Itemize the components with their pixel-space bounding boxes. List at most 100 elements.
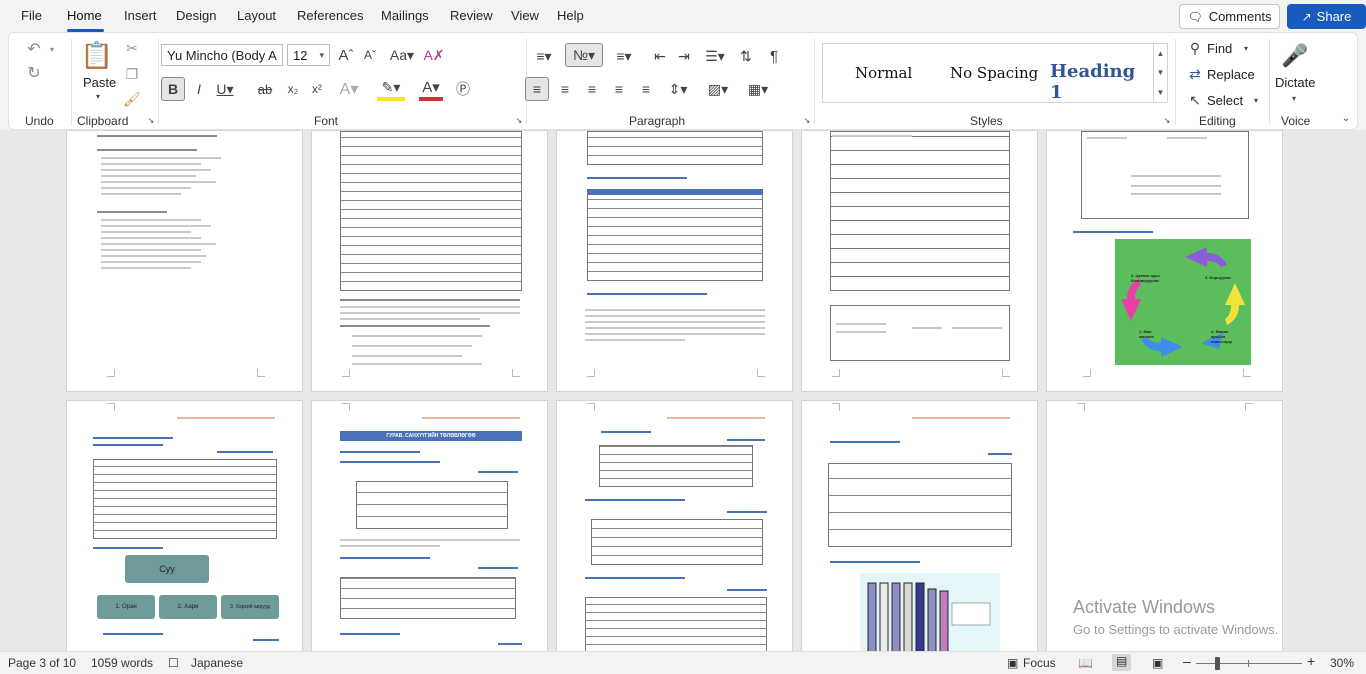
grow-font-icon[interactable]: Aˆ <box>337 45 355 65</box>
increase-indent-icon[interactable]: ⇥ <box>673 45 695 67</box>
web-layout-icon[interactable]: ▣ <box>1152 656 1163 670</box>
replace-button[interactable]: Replace <box>1207 67 1255 82</box>
format-painter-icon[interactable]: 🖌 <box>123 90 141 108</box>
select-button[interactable]: Select <box>1207 93 1243 108</box>
page-thumbnail[interactable] <box>311 130 548 392</box>
styles-gallery[interactable]: Normal No Spacing Heading 1 <box>822 43 1154 103</box>
font-name-dropdown[interactable]: Yu Mincho (Body As <box>161 44 283 66</box>
multilevel-list-icon[interactable]: ≡▾ <box>609 45 639 67</box>
style-no-spacing[interactable]: No Spacing <box>950 64 1038 82</box>
dictate-button[interactable]: Dictate <box>1275 75 1315 90</box>
clipboard-launcher-icon[interactable]: ↘ <box>146 115 156 125</box>
tab-mailings[interactable]: Mailings <box>381 8 429 23</box>
microphone-icon[interactable]: 🎤 <box>1281 39 1308 73</box>
align-center-icon[interactable]: ≡ <box>554 77 576 101</box>
zoom-slider-track[interactable] <box>1196 663 1302 664</box>
read-mode-icon[interactable]: 📖 <box>1078 656 1093 670</box>
numbering-icon[interactable]: №▾ <box>565 43 603 67</box>
font-launcher-icon[interactable]: ↘ <box>514 115 524 125</box>
tab-insert[interactable]: Insert <box>124 8 157 23</box>
align-left-icon[interactable]: ≡ <box>525 77 549 101</box>
strikethrough-icon[interactable]: ab <box>255 77 275 101</box>
collapse-ribbon-icon[interactable]: ⌄ <box>1339 111 1353 125</box>
tab-home[interactable]: Home <box>67 8 102 23</box>
paste-button[interactable]: Paste <box>83 75 116 90</box>
zoom-slider-thumb[interactable] <box>1215 657 1220 670</box>
find-button[interactable]: Find <box>1207 41 1232 56</box>
character-border-icon[interactable]: Ⓟ <box>453 77 473 101</box>
asian-layout-icon[interactable]: ☰▾ <box>703 45 727 67</box>
underline-icon[interactable]: U▾ <box>213 77 237 101</box>
paragraph-launcher-icon[interactable]: ↘ <box>802 115 812 125</box>
language-indicator[interactable]: Japanese <box>191 656 243 670</box>
proofing-icon[interactable]: ☐ <box>168 656 179 670</box>
copy-icon[interactable]: ❐ <box>123 65 141 83</box>
tab-file[interactable]: File <box>21 8 42 23</box>
comments-button[interactable]: 🗨 Comments <box>1179 4 1280 29</box>
zoom-out-icon[interactable]: – <box>1183 653 1191 669</box>
clipboard-group-label: Clipboard <box>77 114 129 128</box>
find-dropdown-icon[interactable]: ▾ <box>1241 41 1251 55</box>
style-heading-1[interactable]: Heading 1 <box>1050 61 1153 103</box>
tab-design[interactable]: Design <box>176 8 216 23</box>
shrink-font-icon[interactable]: Aˇ <box>361 45 379 65</box>
page-thumbnail[interactable]: Суу 1. Оран 2. Аари 3. Хархий аарууд <box>66 400 303 651</box>
more-styles-icon[interactable]: ▼ <box>1157 88 1165 97</box>
page-thumbnail[interactable]: ГУРАВ. САНХҮҮГИЙН ТӨЛӨВЛӨГӨӨ <box>311 400 548 651</box>
zoom-in-icon[interactable]: + <box>1307 653 1315 669</box>
borders-icon[interactable]: ▦▾ <box>743 77 773 101</box>
zoom-level[interactable]: 30% <box>1330 656 1354 670</box>
italic-icon[interactable]: I <box>189 77 209 101</box>
page-thumbnail[interactable] <box>801 130 1038 392</box>
paste-dropdown-icon[interactable]: ▾ <box>93 91 103 101</box>
sort-icon[interactable]: ⇅ <box>735 45 757 67</box>
change-case-icon[interactable]: Aa▾ <box>389 45 415 65</box>
styles-group-label: Styles <box>970 114 1003 128</box>
shading-icon[interactable]: ▨▾ <box>703 77 733 101</box>
tab-references[interactable]: References <box>297 8 363 23</box>
subscript-icon[interactable]: x₂ <box>283 77 303 101</box>
justify-icon[interactable]: ≡ <box>608 77 630 101</box>
paste-icon[interactable]: 📋 <box>81 39 113 71</box>
align-right-icon[interactable]: ≡ <box>581 77 603 101</box>
word-count[interactable]: 1059 words <box>91 656 153 670</box>
distributed-icon[interactable]: ≡ <box>635 77 657 101</box>
redo-icon[interactable]: ↻ <box>23 63 45 83</box>
show-formatting-icon[interactable]: ¶ <box>763 45 785 67</box>
undo-dropdown-icon[interactable]: ▾ <box>47 41 57 57</box>
dictate-dropdown-icon[interactable]: ▾ <box>1289 93 1299 103</box>
decrease-indent-icon[interactable]: ⇤ <box>649 45 671 67</box>
bold-icon[interactable]: B <box>161 77 185 101</box>
page-thumbnail[interactable] <box>66 130 303 392</box>
page-thumbnail[interactable] <box>801 400 1038 651</box>
bullets-icon[interactable]: ≡▾ <box>529 45 559 67</box>
font-size-dropdown[interactable]: 12 ▾ <box>287 44 330 66</box>
styles-scroll[interactable]: ▲ ▼ ▼ <box>1154 43 1168 103</box>
font-color-icon[interactable]: A▾ <box>419 77 443 101</box>
tab-layout[interactable]: Layout <box>237 8 276 23</box>
style-normal[interactable]: Normal <box>855 64 912 82</box>
document-canvas[interactable]: 2. Цагаан идээ боловсруулах 3. Борлуулах… <box>0 130 1366 651</box>
chevron-down-icon[interactable]: ▼ <box>1157 68 1165 77</box>
undo-icon[interactable]: ↶ <box>23 39 45 59</box>
tab-help[interactable]: Help <box>557 8 584 23</box>
clear-formatting-icon[interactable]: A✗ <box>423 45 444 65</box>
select-dropdown-icon[interactable]: ▾ <box>1251 93 1261 107</box>
page-thumbnail[interactable]: 2. Цагаан идээ боловсруулах 3. Борлуулах… <box>1046 130 1283 392</box>
tab-view[interactable]: View <box>511 8 539 23</box>
chevron-up-icon[interactable]: ▲ <box>1157 49 1165 58</box>
page-thumbnail[interactable] <box>556 130 793 392</box>
superscript-icon[interactable]: x² <box>307 77 327 101</box>
highlight-icon[interactable]: ✎▾ <box>377 77 405 101</box>
print-layout-icon[interactable]: ▤ <box>1112 654 1132 671</box>
cut-icon[interactable]: ✂ <box>123 39 141 57</box>
text-effects-icon[interactable]: A▾ <box>337 77 361 101</box>
line-spacing-icon[interactable]: ⇕▾ <box>663 77 693 101</box>
page-count[interactable]: Page 3 of 10 <box>8 656 76 670</box>
focus-button[interactable]: Focus <box>1023 656 1056 670</box>
styles-launcher-icon[interactable]: ↘ <box>1162 115 1172 125</box>
tab-review[interactable]: Review <box>450 8 493 23</box>
share-button[interactable]: ↗ Share <box>1287 4 1366 29</box>
page-thumbnail[interactable] <box>556 400 793 651</box>
font-name-value: Yu Mincho (Body As <box>167 47 277 63</box>
